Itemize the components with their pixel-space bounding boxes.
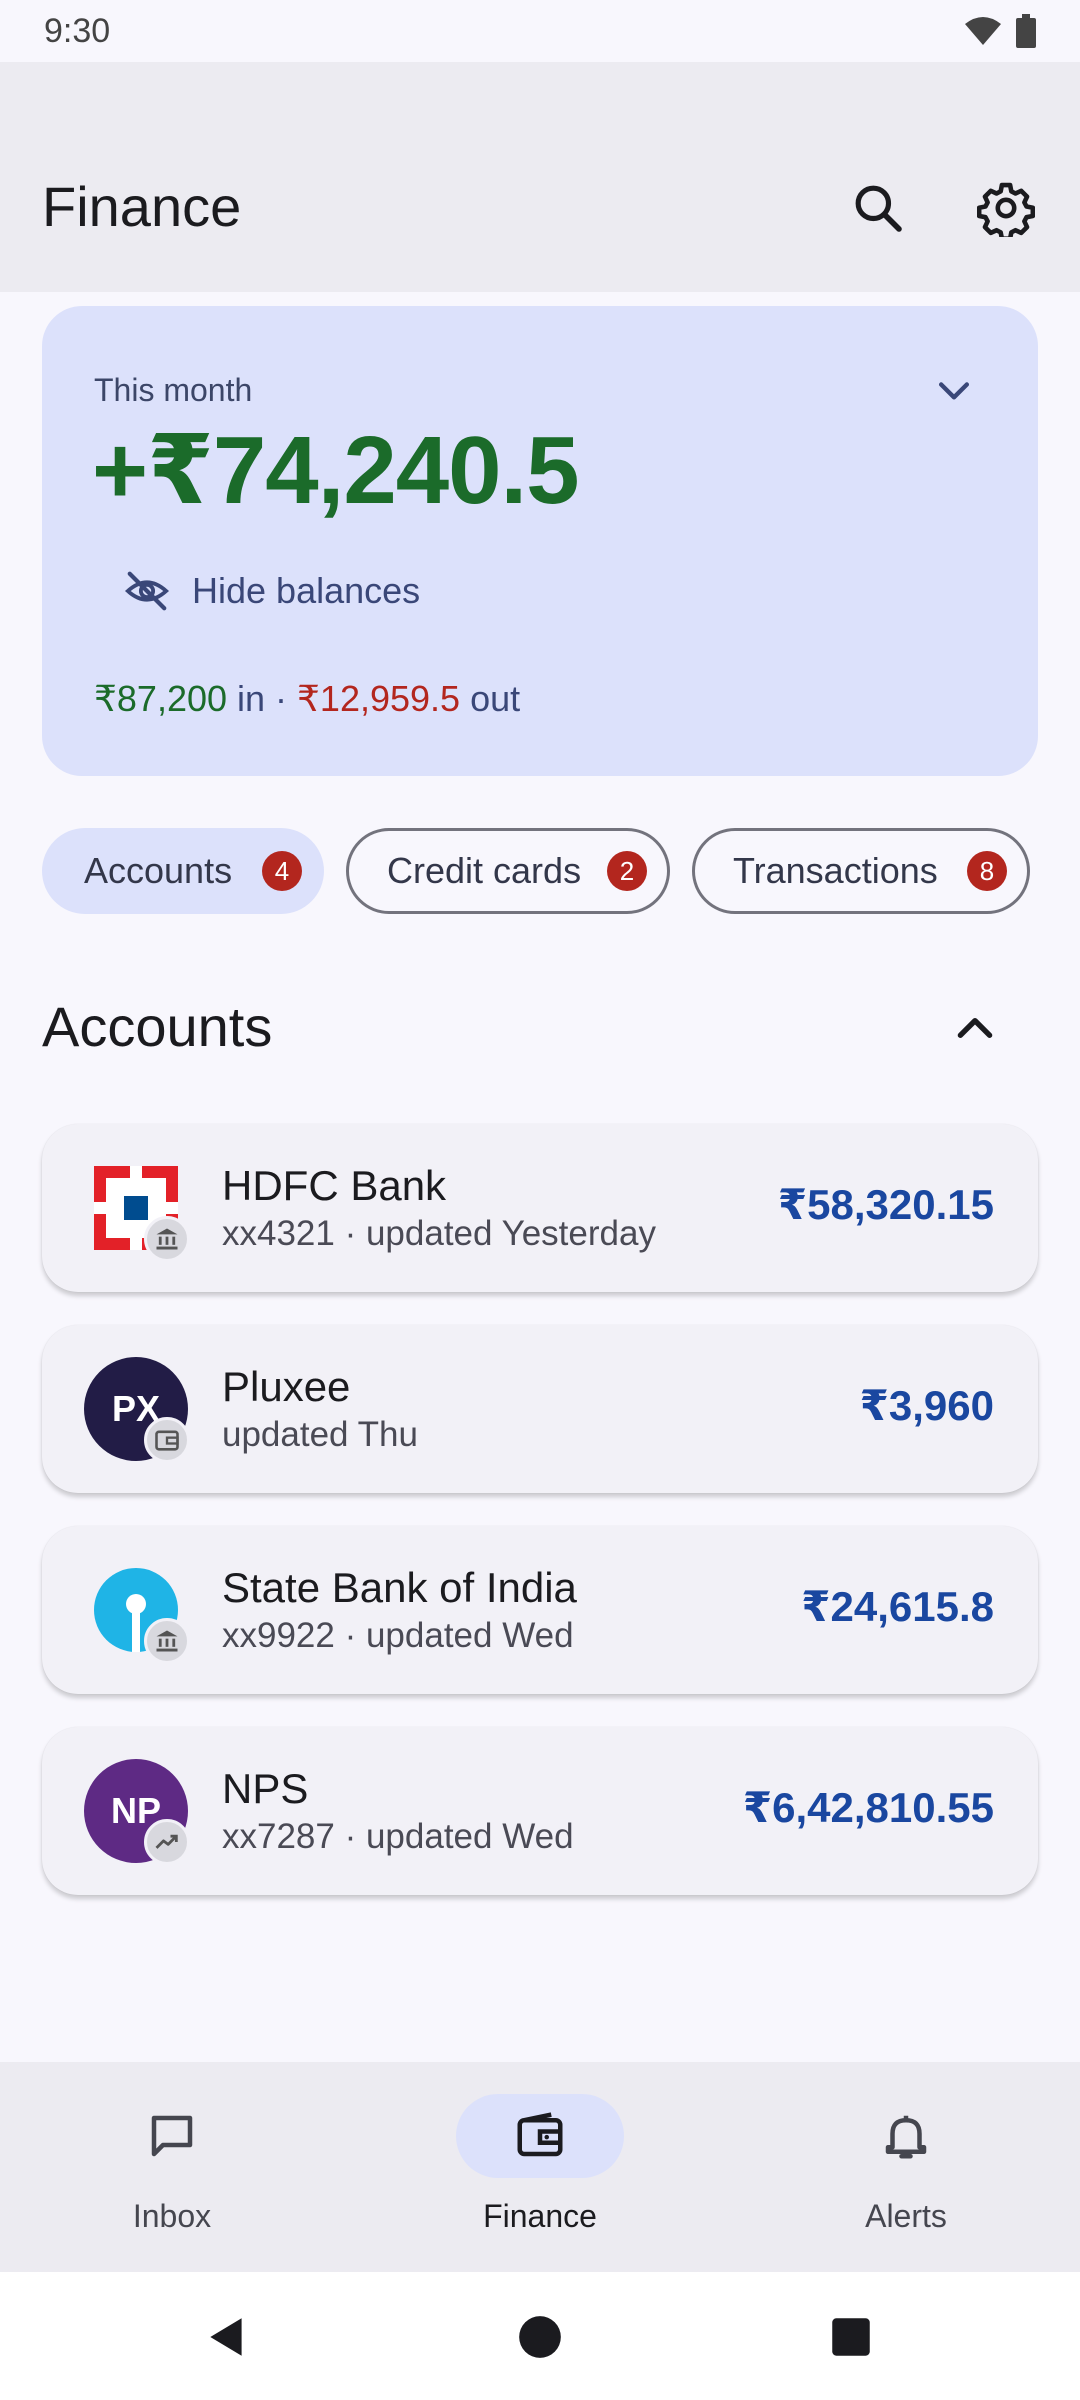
top-app-bar: Finance	[0, 62, 1080, 292]
chip-credit-cards[interactable]: Credit cards 2	[346, 828, 670, 914]
account-name: State Bank of India	[222, 1564, 577, 1611]
trending-up-icon	[144, 1819, 190, 1865]
wallet-icon	[517, 2112, 563, 2157]
chip-transactions[interactable]: Transactions 8	[692, 828, 1030, 914]
outflow-label: out	[460, 678, 521, 719]
chip-accounts[interactable]: Accounts 4	[42, 828, 324, 914]
nav-label: Inbox	[132, 2198, 212, 2234]
system-navigation-bar	[0, 2272, 1080, 2400]
outflow-amount: ₹12,959.5	[297, 678, 461, 719]
account-name: Pluxee	[222, 1363, 351, 1410]
account-meta: xx7287 · updated Wed	[222, 1817, 574, 1856]
count-badge: 2	[607, 851, 647, 891]
chip-label: Accounts	[84, 850, 233, 891]
inflow-amount: ₹87,200	[94, 678, 228, 719]
account-balance: ₹6,42,810.55	[742, 1784, 994, 1831]
account-balance: ₹24,615.8	[801, 1583, 994, 1630]
chevron-up-icon[interactable]	[950, 1004, 1000, 1054]
back-icon[interactable]	[202, 2312, 252, 2362]
home-icon[interactable]	[515, 2312, 565, 2362]
chat-icon	[151, 2115, 193, 2157]
account-card-nps[interactable]: NP NPS xx7287 · updated Wed ₹6,42,810.55	[42, 1727, 1038, 1895]
summary-in-out: ₹87,200 in · ₹12,959.5 out	[94, 678, 520, 720]
count-badge: 8	[967, 851, 1007, 891]
page-title: Finance	[42, 175, 242, 238]
nav-label: Alerts	[865, 2198, 947, 2234]
hide-balances-button[interactable]: Hide balances	[124, 568, 420, 614]
battery-icon	[1016, 14, 1036, 48]
summary-period-label: This month	[94, 372, 253, 408]
account-card-sbi[interactable]: State Bank of India xx9922 · updated Wed…	[42, 1526, 1038, 1694]
status-icons	[964, 14, 1036, 48]
section-title: Accounts	[42, 995, 273, 1058]
nav-item-inbox[interactable]: Inbox	[42, 2094, 302, 2254]
monthly-summary-card[interactable]: This month +₹74,240.5 Hide balances ₹87,…	[42, 306, 1038, 776]
bottom-navigation: Inbox Finance Alerts	[0, 2062, 1080, 2272]
nav-indicator	[822, 2094, 990, 2178]
inflow-label: in ·	[227, 678, 298, 719]
recents-icon[interactable]	[826, 2312, 876, 2362]
account-name: HDFC Bank	[222, 1162, 447, 1209]
account-name: NPS	[222, 1765, 309, 1812]
wifi-icon	[965, 17, 1001, 45]
account-card-hdfc[interactable]: HDFC Bank xx4321 · updated Yesterday ₹58…	[42, 1124, 1038, 1292]
nav-indicator	[456, 2094, 624, 2178]
account-meta: xx9922 · updated Wed	[222, 1616, 574, 1655]
nav-item-finance[interactable]: Finance	[410, 2094, 670, 2254]
eye-off-icon	[124, 571, 170, 611]
account-meta: updated Thu	[222, 1415, 418, 1454]
chevron-down-icon[interactable]	[932, 368, 976, 412]
bell-icon	[885, 2115, 927, 2159]
search-button[interactable]	[848, 178, 908, 238]
hide-balances-label: Hide balances	[192, 570, 421, 611]
wallet-icon	[144, 1417, 190, 1463]
nav-indicator	[88, 2094, 256, 2178]
status-time: 9:30	[44, 11, 111, 50]
account-card-pluxee[interactable]: PX Pluxee updated Thu ₹3,960	[42, 1325, 1038, 1493]
gear-icon	[977, 182, 1035, 237]
account-balance: ₹3,960	[859, 1382, 994, 1429]
nav-item-alerts[interactable]: Alerts	[776, 2094, 1036, 2254]
count-badge: 4	[262, 851, 302, 891]
bank-icon	[144, 1618, 190, 1664]
search-icon	[855, 185, 902, 232]
chip-label: Credit cards	[387, 850, 582, 891]
status-bar: 9:30	[0, 0, 1080, 62]
account-meta: xx4321 · updated Yesterday	[222, 1214, 656, 1253]
account-balance: ₹58,320.15	[777, 1181, 994, 1228]
chip-label: Transactions	[733, 850, 938, 891]
settings-button[interactable]	[976, 178, 1036, 238]
nav-label: Finance	[483, 2198, 597, 2234]
summary-net-amount: +₹74,240.5	[92, 417, 580, 524]
bank-icon	[144, 1216, 190, 1262]
